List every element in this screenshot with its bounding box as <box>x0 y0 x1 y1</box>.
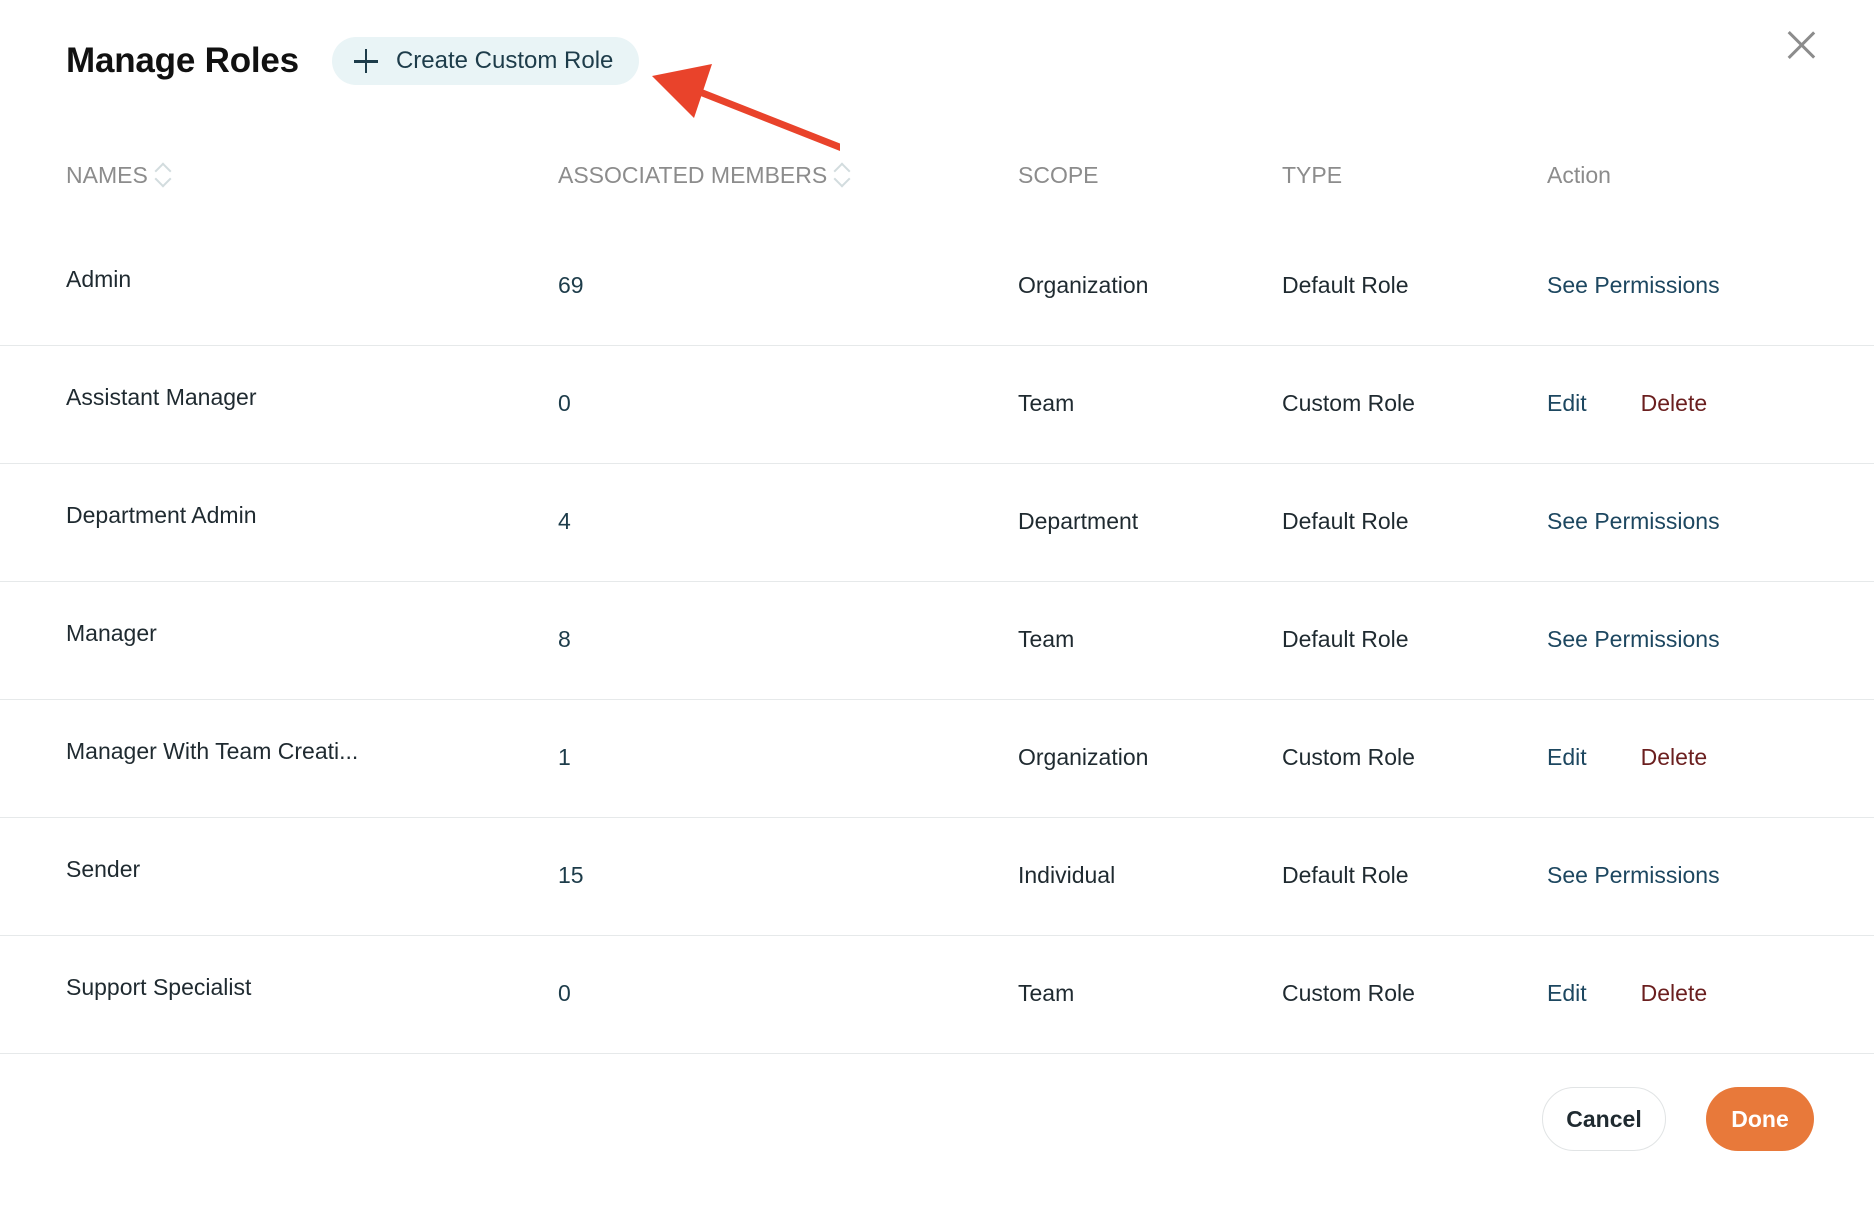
column-header-scope-label: SCOPE <box>1018 161 1099 188</box>
role-type: Custom Role <box>1282 390 1415 416</box>
see-permissions-link[interactable]: See Permissions <box>1547 272 1720 299</box>
edit-role-link[interactable]: Edit <box>1547 390 1587 417</box>
role-actions: See Permissions <box>1547 272 1720 299</box>
create-custom-role-label: Create Custom Role <box>395 47 614 74</box>
table-row: Manager With Team Creati... 1 Organizati… <box>0 700 1874 818</box>
column-header-type-label: TYPE <box>1282 161 1343 188</box>
associated-members-count: 4 <box>558 508 571 534</box>
role-actions: See Permissions <box>1547 508 1720 535</box>
role-actions: See Permissions <box>1547 862 1720 889</box>
role-type: Default Role <box>1282 508 1409 534</box>
role-scope: Team <box>1018 626 1075 652</box>
column-header-action-label: Action <box>1547 161 1611 188</box>
role-scope: Team <box>1018 390 1075 416</box>
role-scope: Organization <box>1018 272 1149 298</box>
column-header-names[interactable]: NAMES <box>66 150 170 200</box>
delete-role-link[interactable]: Delete <box>1641 390 1707 417</box>
role-type: Custom Role <box>1282 980 1415 1006</box>
column-header-names-label: NAMES <box>66 161 148 188</box>
edit-role-link[interactable]: Edit <box>1547 744 1587 771</box>
page-title: Manage Roles <box>66 41 299 80</box>
column-header-members-label: ASSOCIATED MEMBERS <box>558 161 828 188</box>
red-arrow-icon <box>652 64 840 152</box>
column-header-action: Action <box>1547 150 1611 200</box>
cancel-button[interactable]: Cancel <box>1542 1087 1666 1151</box>
table-row: Support Specialist 0 Team Custom Role Ed… <box>0 936 1874 1054</box>
role-actions: See Permissions <box>1547 626 1720 653</box>
role-name: Manager With Team Creati... <box>66 738 359 764</box>
role-name: Sender <box>66 856 141 882</box>
delete-role-link[interactable]: Delete <box>1641 744 1707 771</box>
table-header: NAMES ASSOCIATED MEMBERS SCOPE TYPE Acti… <box>0 150 1874 200</box>
associated-members-count: 0 <box>558 980 571 1006</box>
role-scope: Individual <box>1018 862 1116 888</box>
close-icon[interactable] <box>1786 30 1816 60</box>
sort-icon[interactable] <box>154 162 170 188</box>
role-actions: Edit Delete <box>1547 744 1707 771</box>
table-row: Assistant Manager 0 Team Custom Role Edi… <box>0 346 1874 464</box>
table-row: Department Admin 4 Department Default Ro… <box>0 464 1874 582</box>
sort-icon[interactable] <box>833 162 849 188</box>
role-type: Custom Role <box>1282 744 1415 770</box>
see-permissions-link[interactable]: See Permissions <box>1547 508 1720 535</box>
done-button[interactable]: Done <box>1706 1087 1814 1151</box>
role-name: Support Specialist <box>66 974 252 1000</box>
role-type: Default Role <box>1282 272 1409 298</box>
role-actions: Edit Delete <box>1547 980 1707 1007</box>
modal-header: Manage Roles Create Custom Role <box>66 36 640 86</box>
role-type: Default Role <box>1282 862 1409 888</box>
role-name: Admin <box>66 266 132 292</box>
create-custom-role-button[interactable]: Create Custom Role <box>331 37 640 85</box>
associated-members-count: 8 <box>558 626 571 652</box>
manage-roles-modal: Manage Roles Create Custom Role NAMES AS… <box>0 0 1874 1210</box>
roles-table-body: Admin 69 Organization Default Role See P… <box>0 228 1874 1054</box>
table-row: Manager 8 Team Default Role See Permissi… <box>0 582 1874 700</box>
role-scope: Department <box>1018 508 1139 534</box>
associated-members-count: 15 <box>558 862 584 888</box>
column-header-type: TYPE <box>1282 150 1342 200</box>
see-permissions-link[interactable]: See Permissions <box>1547 862 1720 889</box>
table-row: Admin 69 Organization Default Role See P… <box>0 228 1874 346</box>
see-permissions-link[interactable]: See Permissions <box>1547 626 1720 653</box>
associated-members-count: 1 <box>558 744 571 770</box>
column-header-scope: SCOPE <box>1018 150 1099 200</box>
role-scope: Team <box>1018 980 1075 1006</box>
role-name: Department Admin <box>66 502 257 528</box>
role-actions: Edit Delete <box>1547 390 1707 417</box>
table-row: Sender 15 Individual Default Role See Pe… <box>0 818 1874 936</box>
edit-role-link[interactable]: Edit <box>1547 980 1587 1007</box>
delete-role-link[interactable]: Delete <box>1641 980 1707 1007</box>
role-type: Default Role <box>1282 626 1409 652</box>
associated-members-count: 69 <box>558 272 584 298</box>
role-name: Assistant Manager <box>66 384 257 410</box>
role-scope: Organization <box>1018 744 1149 770</box>
associated-members-count: 0 <box>558 390 571 416</box>
plus-icon <box>352 47 380 75</box>
role-name: Manager <box>66 620 157 646</box>
column-header-members[interactable]: ASSOCIATED MEMBERS <box>558 150 849 200</box>
